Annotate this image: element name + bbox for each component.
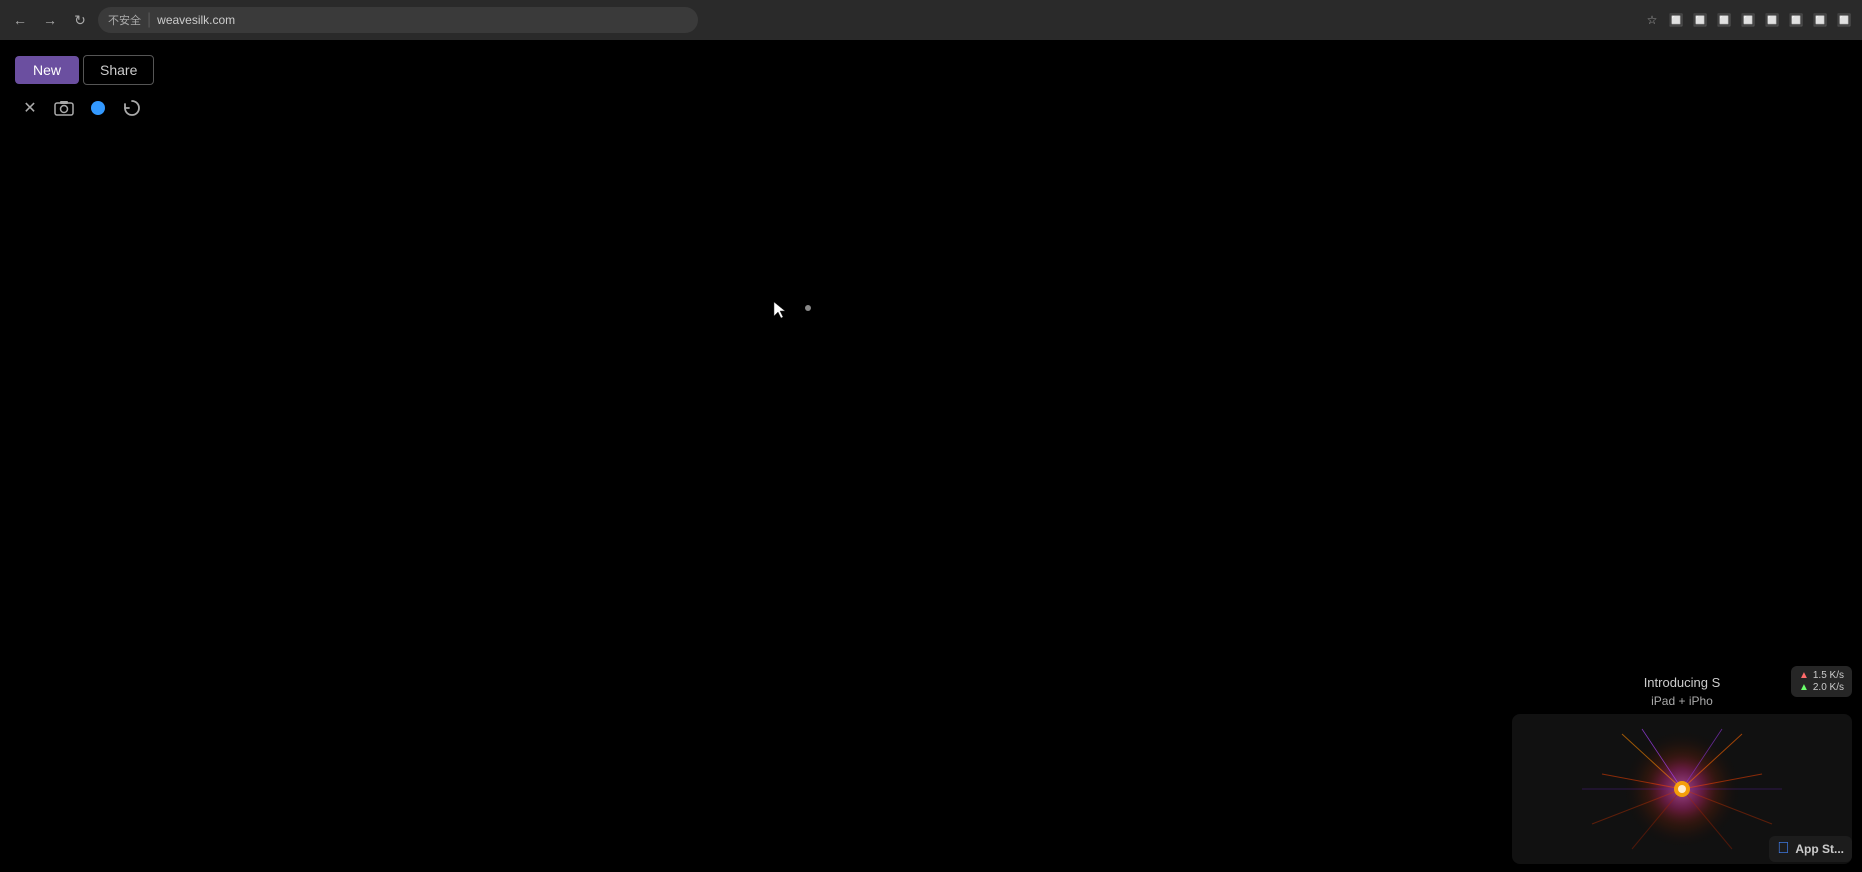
apple-icon:  bbox=[1777, 840, 1789, 858]
promo-panel: ▲ 1.5 K/s ▲ 2.0 K/s Introducing S iPad +… bbox=[1502, 654, 1862, 872]
toolbar: New Share ✕ bbox=[15, 55, 154, 123]
move-tool-icon[interactable]: ✕ bbox=[15, 93, 45, 123]
url-text: weavesilk.com bbox=[157, 13, 235, 27]
extension-icon-7[interactable]: 🔲 bbox=[1810, 10, 1830, 30]
camera-tool-icon[interactable] bbox=[49, 93, 79, 123]
reset-tool-icon[interactable] bbox=[117, 93, 147, 123]
download-speed-row: ▲ 2.0 K/s bbox=[1799, 682, 1844, 693]
upload-speed-value: 1.5 K/s bbox=[1813, 670, 1844, 681]
main-canvas[interactable]: New Share ✕ bbox=[0, 40, 1862, 872]
upload-speed-row: ▲ 1.5 K/s bbox=[1799, 670, 1844, 681]
upload-arrow-icon: ▲ bbox=[1799, 670, 1809, 681]
extension-icon-8[interactable]: 🔲 bbox=[1834, 10, 1854, 30]
download-arrow-icon: ▲ bbox=[1799, 682, 1809, 693]
extension-icon-6[interactable]: 🔲 bbox=[1786, 10, 1806, 30]
address-bar[interactable]: 不安全 | weavesilk.com bbox=[98, 7, 698, 33]
extension-icon-1[interactable]: 🔲 bbox=[1666, 10, 1686, 30]
back-button[interactable]: ← bbox=[8, 8, 32, 32]
app-store-label: App St... bbox=[1795, 842, 1844, 856]
app-store-badge[interactable]:  App St... bbox=[1769, 836, 1852, 862]
browser-actions: ☆ 🔲 🔲 🔲 🔲 🔲 🔲 🔲 🔲 bbox=[1642, 10, 1854, 30]
refresh-button[interactable]: ↻ bbox=[68, 8, 92, 32]
browser-chrome: ← → ↻ 不安全 | weavesilk.com ☆ 🔲 🔲 🔲 🔲 🔲 🔲 … bbox=[0, 0, 1862, 40]
extension-icon-2[interactable]: 🔲 bbox=[1690, 10, 1710, 30]
download-speed-value: 2.0 K/s bbox=[1813, 682, 1844, 693]
network-speed-indicator: ▲ 1.5 K/s ▲ 2.0 K/s bbox=[1791, 666, 1852, 697]
extension-icon-5[interactable]: 🔲 bbox=[1762, 10, 1782, 30]
new-button[interactable]: New bbox=[15, 56, 79, 84]
color-tool-icon[interactable] bbox=[83, 93, 113, 123]
extension-icon-4[interactable]: 🔲 bbox=[1738, 10, 1758, 30]
canvas-cursor-dot bbox=[805, 305, 811, 311]
toolbar-bottom-row: ✕ bbox=[15, 93, 154, 123]
bookmark-icon[interactable]: ☆ bbox=[1642, 10, 1662, 30]
forward-button[interactable]: → bbox=[38, 8, 62, 32]
toolbar-top-row: New Share bbox=[15, 55, 154, 85]
security-indicator: 不安全 bbox=[108, 12, 141, 28]
share-button[interactable]: Share bbox=[83, 55, 154, 85]
extension-icon-3[interactable]: 🔲 bbox=[1714, 10, 1734, 30]
